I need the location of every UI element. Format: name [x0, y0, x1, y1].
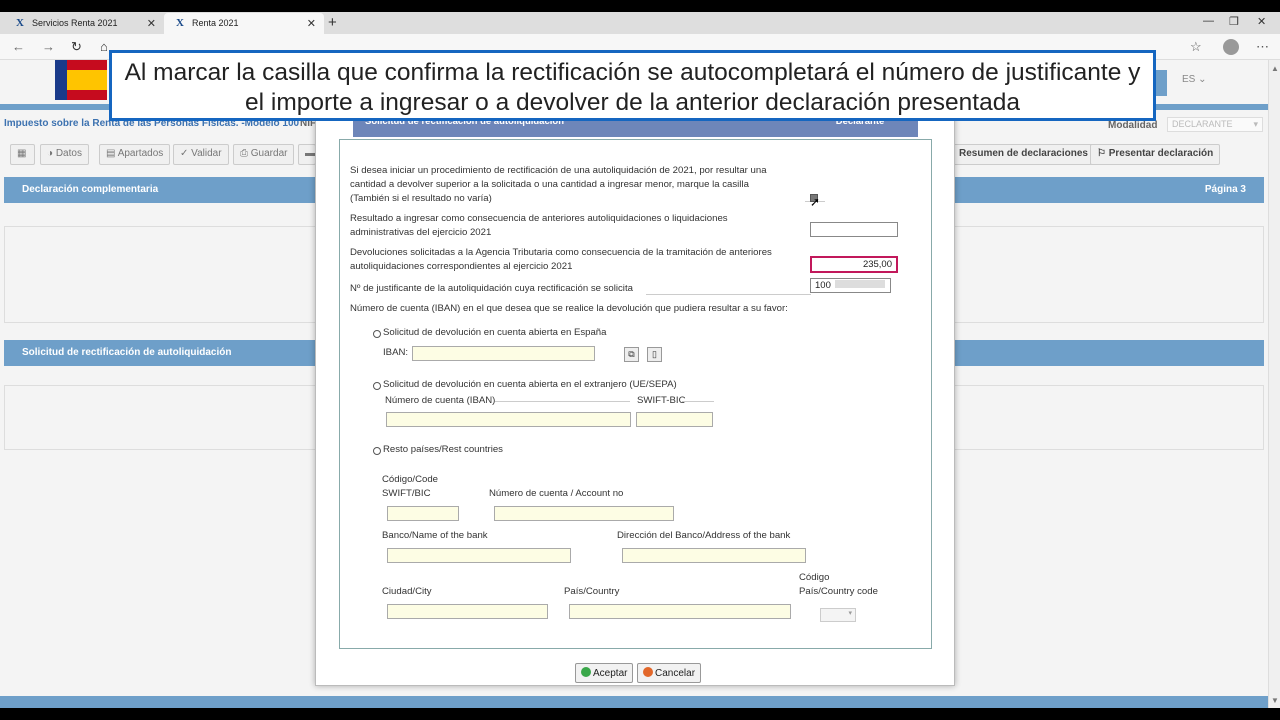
rectification-question: Si desea iniciar un procedimiento de rec…: [350, 165, 767, 204]
home-icon[interactable]: ⌂: [100, 39, 108, 54]
menu-icon[interactable]: ⋯: [1256, 39, 1269, 55]
radio-spain-label: Solicitud de devolución en cuenta abiert…: [383, 327, 607, 338]
foreign-iban-field[interactable]: [386, 412, 631, 427]
mouse-cursor-icon: ➚: [810, 195, 821, 209]
header-button[interactable]: [1155, 70, 1167, 96]
page-number: Página 3: [1204, 184, 1246, 195]
banco-name-field[interactable]: [387, 548, 571, 563]
aeat-favicon-icon: X: [16, 17, 24, 29]
iban-field[interactable]: [412, 346, 595, 361]
swift-bic-field[interactable]: [636, 412, 713, 427]
pais-country-code-label: País/Country code: [799, 586, 878, 597]
modalidad-select[interactable]: DECLARANTE ▾: [1167, 117, 1263, 132]
validar-button[interactable]: ✓ Validar: [173, 144, 229, 165]
dialog-body: Si desea iniciar un procedimiento de rec…: [339, 139, 932, 649]
close-window-icon[interactable]: ✕: [1257, 15, 1266, 28]
back-icon[interactable]: ←: [12, 39, 25, 54]
grid-icon-button[interactable]: ▦: [10, 144, 35, 165]
swift-bic2-label: SWIFT/BIC: [382, 488, 431, 499]
devoluciones-field[interactable]: 235,00: [810, 256, 898, 273]
check-icon: [581, 667, 591, 677]
justificante-label: Nº de justificante de la autoliquidación…: [350, 283, 633, 294]
banco-name-label: Banco/Name of the bank: [382, 530, 488, 541]
radio-rest[interactable]: [373, 447, 381, 455]
paste-icon[interactable]: ▯: [647, 347, 662, 362]
pais-country-label: País/Country: [564, 586, 620, 597]
modalidad-label: Modalidad: [1108, 120, 1158, 131]
copy-icon[interactable]: ⧉: [624, 347, 639, 362]
tab-label: Renta 2021: [192, 18, 239, 28]
codigo-code-label: Código/Code: [382, 474, 439, 485]
aeat-favicon-icon: X: [176, 17, 184, 29]
rest-account-field[interactable]: [494, 506, 674, 521]
language-selector[interactable]: ES ⌄: [1182, 74, 1207, 85]
justificante-field[interactable]: 100: [810, 278, 891, 293]
ciudad-city-label: Ciudad/City: [382, 586, 432, 597]
forward-icon[interactable]: →: [42, 39, 55, 54]
datos-button[interactable]: ◑ Datos: [40, 144, 89, 165]
grid-icon: ▦: [17, 148, 27, 159]
swift-bic-label: SWIFT-BIC: [637, 395, 686, 406]
resultado-ingresar-field[interactable]: [810, 222, 898, 237]
codigo-pais-label: Código: [799, 572, 830, 583]
tab-label: Servicios Renta 2021: [32, 18, 118, 28]
country-code-select[interactable]: ▾: [820, 608, 856, 622]
browser-tab-active[interactable]: X Renta 2021 ✕: [164, 13, 324, 34]
cancel-icon: [643, 667, 653, 677]
close-tab-icon[interactable]: ✕: [147, 17, 156, 30]
radio-spain[interactable]: [373, 330, 381, 338]
rectificacion-dialog: Solicitud de rectificación de autoliquid…: [315, 106, 955, 686]
num-cuenta-iban-label: Número de cuenta (IBAN): [385, 395, 496, 406]
apartados-button[interactable]: ▤ Apartados: [99, 144, 171, 165]
resultado-ingresar-label: Resultado a ingresar como consecuencia d…: [350, 213, 728, 238]
devoluciones-label: Devoluciones solicitadas a la Agencia Tr…: [350, 247, 772, 272]
guardar-button[interactable]: ⎙ Guardar: [233, 144, 295, 165]
eu-flag-logo: [55, 60, 67, 100]
iban-label: IBAN:: [383, 347, 409, 358]
favorites-icon[interactable]: ☆: [1190, 39, 1202, 55]
maximize-icon[interactable]: ❐: [1229, 15, 1239, 28]
tutorial-caption: Al marcar la casilla que confirma la rec…: [109, 50, 1156, 121]
iban-question: Número de cuenta (IBAN) en el que desea …: [350, 303, 788, 314]
browser-tab-bar: X Servicios Renta 2021 ✕ X Renta 2021 ✕ …: [0, 12, 1280, 34]
radio-foreign-label: Solicitud de devolución en cuenta abiert…: [383, 379, 677, 390]
pais-field[interactable]: [569, 604, 791, 619]
presentar-declaracion-button[interactable]: ⚐ Presentar declaración: [1090, 144, 1221, 165]
minimize-icon[interactable]: —: [1203, 15, 1214, 27]
direccion-banco-label: Dirección del Banco/Address of the bank: [617, 530, 791, 541]
close-tab-icon[interactable]: ✕: [307, 17, 316, 30]
radio-foreign[interactable]: [373, 382, 381, 390]
page-scrollbar[interactable]: ▲ ▼: [1268, 60, 1280, 708]
reload-icon[interactable]: ↻: [71, 39, 82, 55]
more-button[interactable]: ▬: [298, 144, 316, 165]
new-tab-button[interactable]: +: [328, 14, 337, 31]
profile-avatar[interactable]: [1223, 39, 1239, 55]
radio-rest-label: Resto países/Rest countries: [383, 444, 503, 455]
resumen-declaraciones-button[interactable]: Resumen de declaraciones: [952, 144, 1095, 165]
footer-strip: [0, 696, 1268, 708]
screen: X Servicios Renta 2021 ✕ X Renta 2021 ✕ …: [0, 12, 1280, 708]
rest-swift-field[interactable]: [387, 506, 459, 521]
num-cuenta-account-label: Número de cuenta / Account no: [489, 488, 624, 499]
blurred-digits: [834, 280, 885, 288]
aceptar-button[interactable]: Aceptar: [575, 663, 634, 683]
cancelar-button[interactable]: Cancelar: [637, 663, 702, 683]
browser-tab[interactable]: X Servicios Renta 2021 ✕: [4, 13, 164, 34]
direccion-banco-field[interactable]: [622, 548, 806, 563]
ciudad-field[interactable]: [387, 604, 548, 619]
